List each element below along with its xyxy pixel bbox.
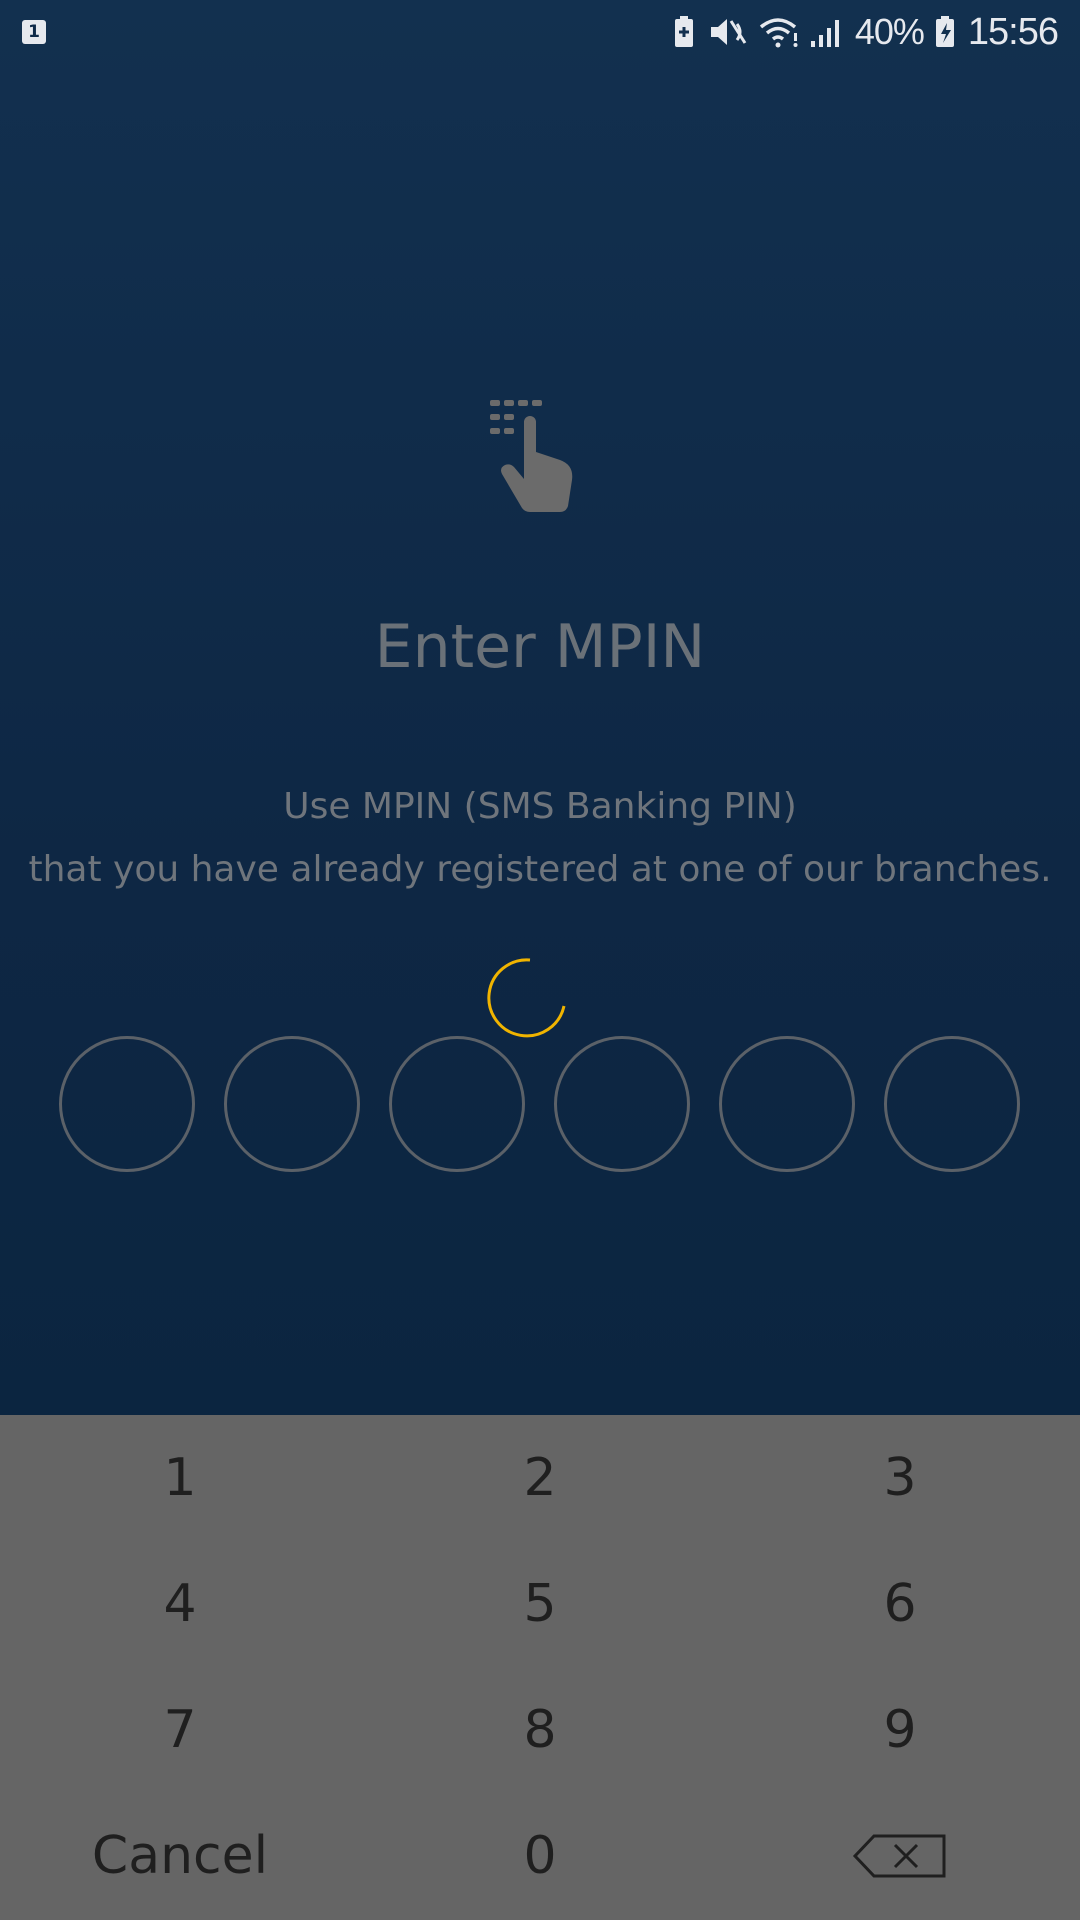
backspace-button[interactable]: [720, 1793, 1080, 1919]
status-bar: 1 40% 15:56: [0, 0, 1080, 64]
pin-digit-slot: [554, 1036, 690, 1172]
numeric-keypad: 1 2 3 4 5 6 7 8 9 Cancel 0: [0, 1415, 1080, 1920]
key-8[interactable]: 8: [360, 1667, 720, 1793]
key-3[interactable]: 3: [720, 1415, 1080, 1541]
battery-saver-icon: [674, 16, 693, 47]
key-1[interactable]: 1: [0, 1415, 360, 1541]
pin-digit-slot: [389, 1036, 525, 1172]
signal-icon: [810, 20, 839, 47]
cancel-button[interactable]: Cancel: [0, 1793, 360, 1919]
pin-digit-slot: [719, 1036, 855, 1172]
key-0[interactable]: 0: [360, 1793, 720, 1919]
keypad-touch-icon: [490, 400, 573, 512]
clock: 15:56: [967, 10, 1059, 53]
key-4[interactable]: 4: [0, 1541, 360, 1667]
pin-digit-slot: [224, 1036, 360, 1172]
key-5[interactable]: 5: [360, 1541, 720, 1667]
loading-spinner-icon: [487, 958, 566, 1038]
backspace-icon: [852, 1834, 946, 1878]
key-6[interactable]: 6: [720, 1541, 1080, 1667]
page-title: Enter MPIN: [374, 612, 706, 682]
sim-indicator: 1: [22, 20, 46, 44]
key-2[interactable]: 2: [360, 1415, 720, 1541]
description-line-2: that you have already registered at one …: [28, 849, 1052, 890]
wifi-icon: [759, 18, 798, 48]
pin-input[interactable]: [59, 1036, 1021, 1172]
key-9[interactable]: 9: [720, 1667, 1080, 1793]
description-line-1: Use MPIN (SMS Banking PIN): [283, 786, 797, 827]
key-7[interactable]: 7: [0, 1667, 360, 1793]
pin-digit-slot: [884, 1036, 1020, 1172]
battery-charging-icon: [935, 16, 954, 47]
mute-icon: [710, 19, 747, 45]
status-icons: 40% 15:56: [671, 10, 1059, 53]
battery-percent: 40%: [854, 11, 925, 52]
pin-digit-slot: [59, 1036, 195, 1172]
